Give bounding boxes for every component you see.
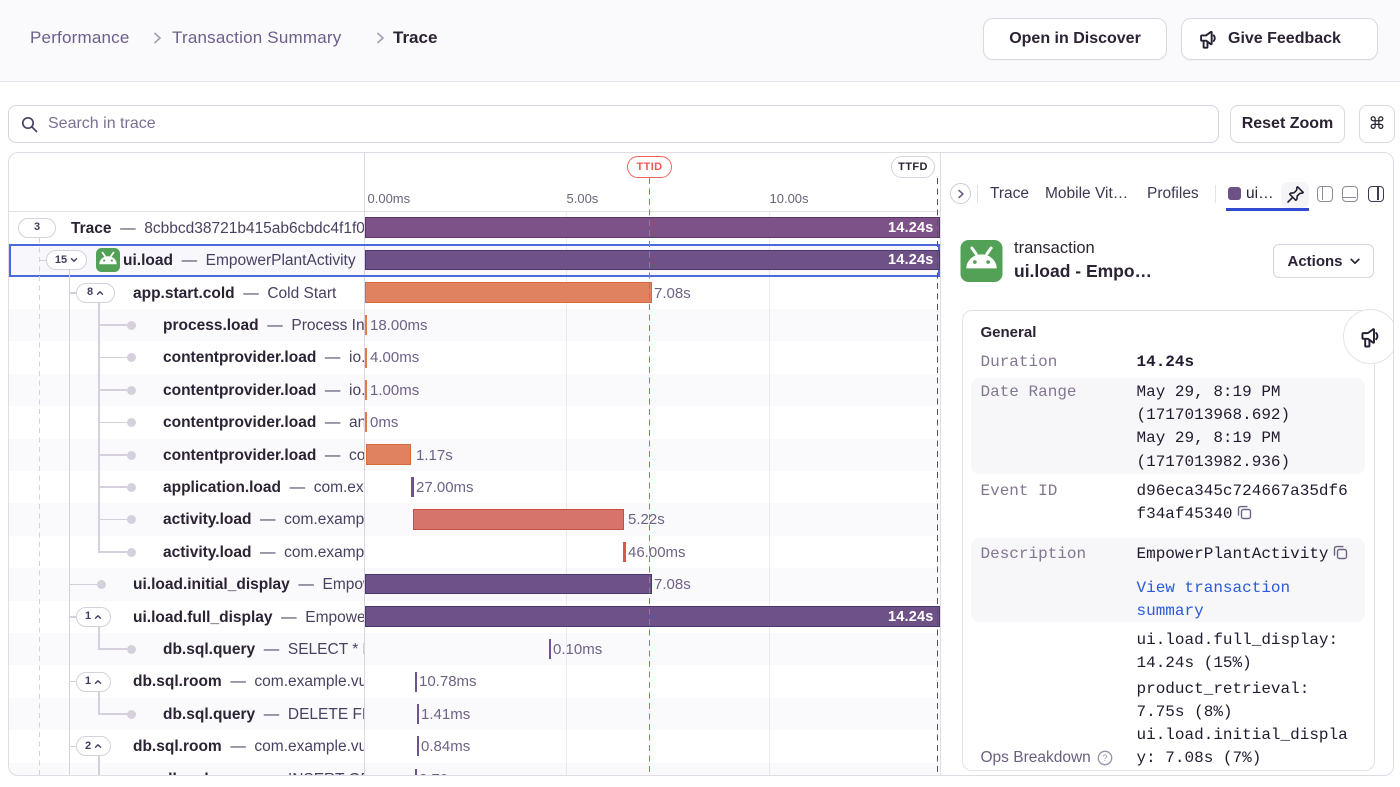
svg-text:?: ? <box>1102 753 1107 763</box>
